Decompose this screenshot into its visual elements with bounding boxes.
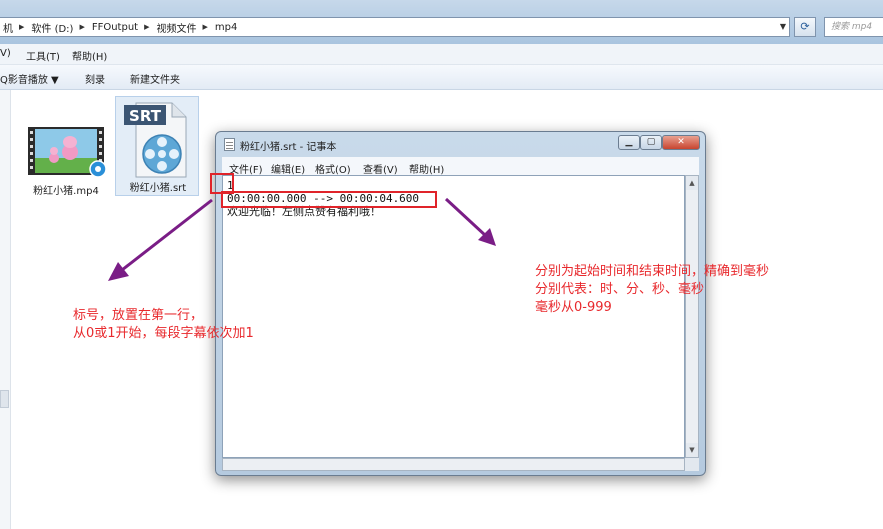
timecode-note-line: 毫秒从0-999 — [535, 300, 612, 315]
timecode-note: 分别为起始时间和结束时间，精确到毫秒 分别代表：时、分、秒、毫秒 毫秒从0-99… — [535, 263, 769, 317]
timecode-note-line: 分别为起始时间和结束时间，精确到毫秒 — [535, 264, 770, 279]
index-note-line: 从0或1开始，每段字幕依次加1 — [73, 326, 254, 341]
arrow-left-head — [108, 262, 129, 281]
arrow-left-line — [121, 198, 213, 272]
arrow-right-line — [444, 197, 488, 238]
index-note: 标号，放置在第一行， 从0或1开始，每段字幕依次加1 — [73, 307, 254, 343]
timecode-note-line: 分别代表：时、分、秒、毫秒 — [535, 282, 705, 297]
index-note-line: 标号，放置在第一行， — [73, 308, 204, 323]
